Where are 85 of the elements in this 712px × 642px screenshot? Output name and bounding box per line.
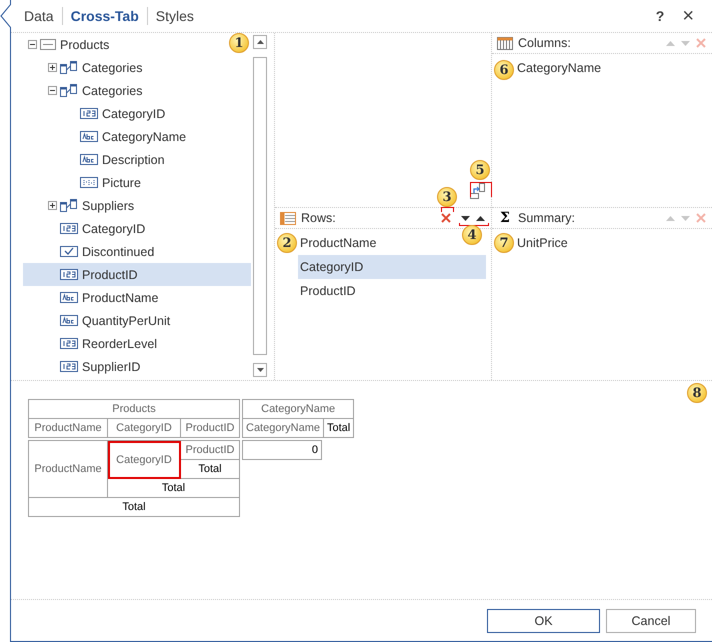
text-field-icon (60, 292, 78, 303)
tree-item[interactable]: ReorderLevel (23, 332, 162, 355)
text-field-icon (60, 315, 78, 326)
callout-bracket (470, 182, 492, 197)
tree-item[interactable]: Description (23, 148, 169, 171)
tree-item[interactable]: Categories (23, 56, 146, 79)
tree-item[interactable]: SupplierID (23, 355, 144, 378)
tree-item[interactable]: Discontinued (23, 240, 158, 263)
tree-item[interactable]: Picture (23, 171, 145, 194)
number-field-icon (80, 108, 98, 119)
header-cell: CategoryID (108, 418, 180, 438)
field-item[interactable]: ProductName (298, 231, 380, 255)
panel-title: Columns: (518, 36, 571, 50)
tree-item[interactable]: CategoryID (23, 217, 150, 240)
callout-badge: 2 (277, 233, 297, 253)
image-field-icon (80, 177, 98, 188)
move-down-button[interactable] (459, 216, 472, 220)
total-cell: Total (28, 498, 240, 516)
relation-icon (60, 84, 78, 97)
text-field-icon (80, 131, 98, 142)
collapse-icon[interactable] (28, 40, 37, 49)
callout-badge: 1 (229, 33, 249, 53)
header-cell: ProductName (28, 418, 108, 438)
tab[interactable]: Styles (148, 7, 202, 25)
table-icon (40, 39, 56, 50)
header-cell: CategoryName (242, 418, 324, 438)
move-up-button[interactable] (474, 216, 487, 220)
row-field-cell: ProductID (180, 440, 240, 460)
relation-icon (60, 199, 78, 212)
total-cell: Total (108, 478, 240, 498)
sigma-icon: Σ (497, 210, 513, 226)
tree-item[interactable]: QuantityPerUnit (23, 309, 174, 332)
field-item[interactable]: ProductID (298, 279, 360, 303)
tab[interactable]: Cross-Tab (62, 7, 147, 25)
tree-item[interactable]: CategoryName (23, 125, 190, 148)
arrow-up-icon (256, 40, 264, 44)
tab[interactable]: Data (24, 7, 62, 25)
row-field-cell: CategoryID (108, 440, 180, 478)
tree-item[interactable]: Suppliers (23, 194, 138, 217)
field-item[interactable]: UnitPrice (515, 231, 572, 255)
tree-item[interactable]: ProductName (23, 286, 162, 309)
close-button[interactable]: × (676, 4, 700, 28)
collapse-icon[interactable] (48, 86, 57, 95)
callout-badge: 3 (437, 187, 457, 207)
delete-button[interactable] (439, 213, 453, 223)
tree-item[interactable]: CategoryID (23, 102, 170, 125)
scroll-down-button[interactable] (253, 363, 267, 377)
expand-icon[interactable] (48, 201, 57, 210)
row-field-cell: ProductName (28, 440, 108, 498)
rows-icon (280, 212, 296, 224)
total-cell: Total (180, 460, 240, 478)
callout-badge: 5 (470, 160, 490, 180)
arrow-down-icon[interactable] (461, 216, 470, 220)
scrollbar[interactable] (253, 33, 267, 380)
scroll-up-button[interactable] (253, 35, 267, 49)
field-item[interactable]: CategoryName (515, 56, 606, 80)
cancel-button[interactable]: Cancel (606, 608, 696, 632)
tree-item[interactable]: Categories (23, 79, 146, 102)
ok-button[interactable]: OK (487, 608, 600, 632)
callout-badge: 4 (462, 225, 482, 245)
callout-badge: 7 (494, 233, 514, 253)
header-cell: Total (323, 418, 354, 438)
checkbox-field-icon (60, 246, 78, 257)
panel-title: Rows: (301, 211, 336, 225)
header-cell: Products (28, 400, 240, 418)
text-field-icon (80, 154, 98, 165)
expand-icon[interactable] (48, 63, 57, 72)
tree-item[interactable]: ProductID (23, 263, 251, 286)
value-cell: 0 (242, 440, 322, 460)
arrow-up-icon[interactable] (476, 216, 485, 220)
callout-badge: 6 (494, 60, 514, 80)
arrow-down-icon (256, 368, 264, 372)
relation-icon (60, 61, 78, 74)
panel-title: Summary: (518, 211, 575, 225)
number-field-icon (60, 223, 78, 234)
header-cell: ProductID (180, 418, 240, 438)
field-item[interactable]: CategoryID (298, 255, 486, 279)
number-field-icon (60, 269, 78, 280)
help-button[interactable]: ? (650, 8, 670, 24)
header-cell: CategoryName (242, 400, 354, 418)
callout-badge: 8 (687, 383, 707, 403)
columns-icon (497, 36, 513, 50)
number-field-icon (60, 361, 78, 372)
number-field-icon (60, 338, 78, 349)
tree-item[interactable]: Products (23, 33, 114, 56)
